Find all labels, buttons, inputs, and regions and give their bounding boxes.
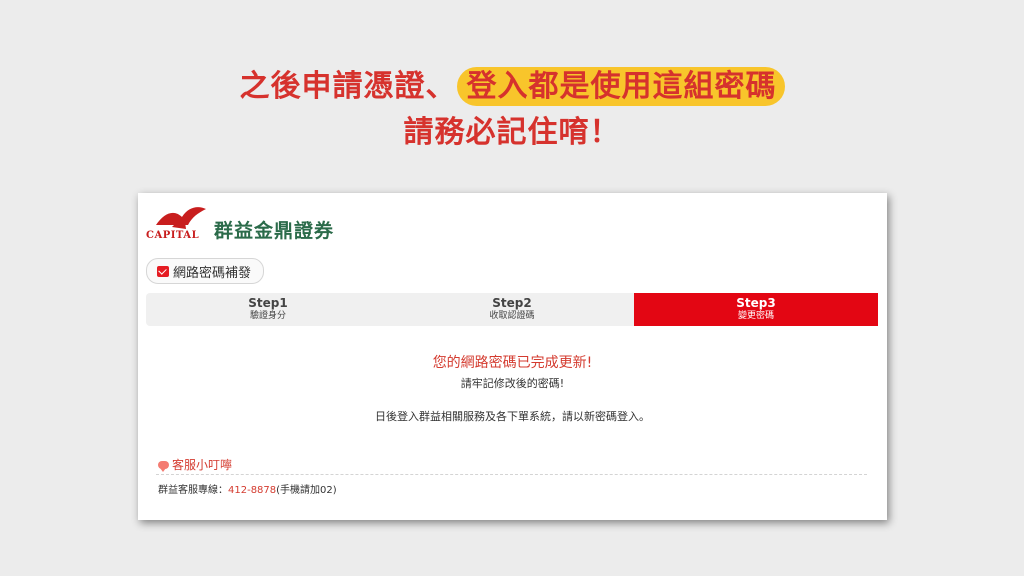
step-1-title: Step1 [248, 296, 288, 310]
step-3: Step3 變更密碼 [634, 293, 878, 326]
screenshot-card: CAPITAL 群益金鼎證券 網路密碼補發 Step1 驗證身分 Step2 收… [138, 193, 887, 520]
eagle-logo-icon: CAPITAL [146, 205, 212, 241]
step-2: Step2 收取認證碼 [390, 293, 634, 326]
chat-bubble-icon [158, 460, 169, 472]
password-reissue-button[interactable]: 網路密碼補發 [146, 258, 265, 284]
promo-headline: 之後申請憑證、 登入都是使用這組密碼 請務必記住唷！ [0, 64, 1024, 156]
step-1: Step1 驗證身分 [146, 293, 390, 326]
customer-service-hotline: 群益客服專線：412-8878(手機請加02) [158, 481, 337, 496]
hotline-label: 群益客服專線： [158, 485, 228, 496]
headline-highlight: 登入都是使用這組密碼 [456, 67, 785, 106]
dashed-divider [156, 474, 867, 475]
result-subtitle: 請牢記修改後的密碼! [460, 377, 565, 390]
hotline-number[interactable]: 412-8878 [228, 485, 276, 496]
check-mail-icon [157, 265, 169, 277]
result-title: 您的網路密碼已完成更新! [432, 355, 593, 371]
step-1-sub: 驗證身分 [249, 311, 286, 321]
step-2-sub: 收取認證碼 [489, 311, 535, 321]
headline-line-2: 請務必記住唷！ [403, 115, 621, 150]
customer-service-title: 客服小叮嚀 [158, 456, 232, 473]
capital-logo[interactable]: CAPITAL 群益金鼎證券 [146, 201, 335, 242]
step-2-title: Step2 [492, 296, 532, 310]
step-3-title: Step3 [736, 296, 776, 310]
hotline-note: (手機請加02) [276, 485, 337, 496]
logo-company-name: 群益金鼎證券 [214, 220, 335, 242]
password-reissue-label: 網路密碼補發 [173, 265, 252, 281]
headline-prefix: 之後申請憑證、 [239, 69, 457, 104]
logo-capital-text: CAPITAL [146, 230, 200, 241]
step-3-sub: 變更密碼 [737, 311, 774, 321]
result-note: 日後登入群益相關服務及各下單系統，請以新密碼登入。 [375, 410, 650, 423]
customer-service-title-text: 客服小叮嚀 [172, 458, 233, 472]
step-progress: Step1 驗證身分 Step2 收取認證碼 Step3 變更密碼 [146, 293, 878, 326]
headline-line-1: 之後申請憑證、 登入都是使用這組密碼 [0, 64, 1024, 110]
